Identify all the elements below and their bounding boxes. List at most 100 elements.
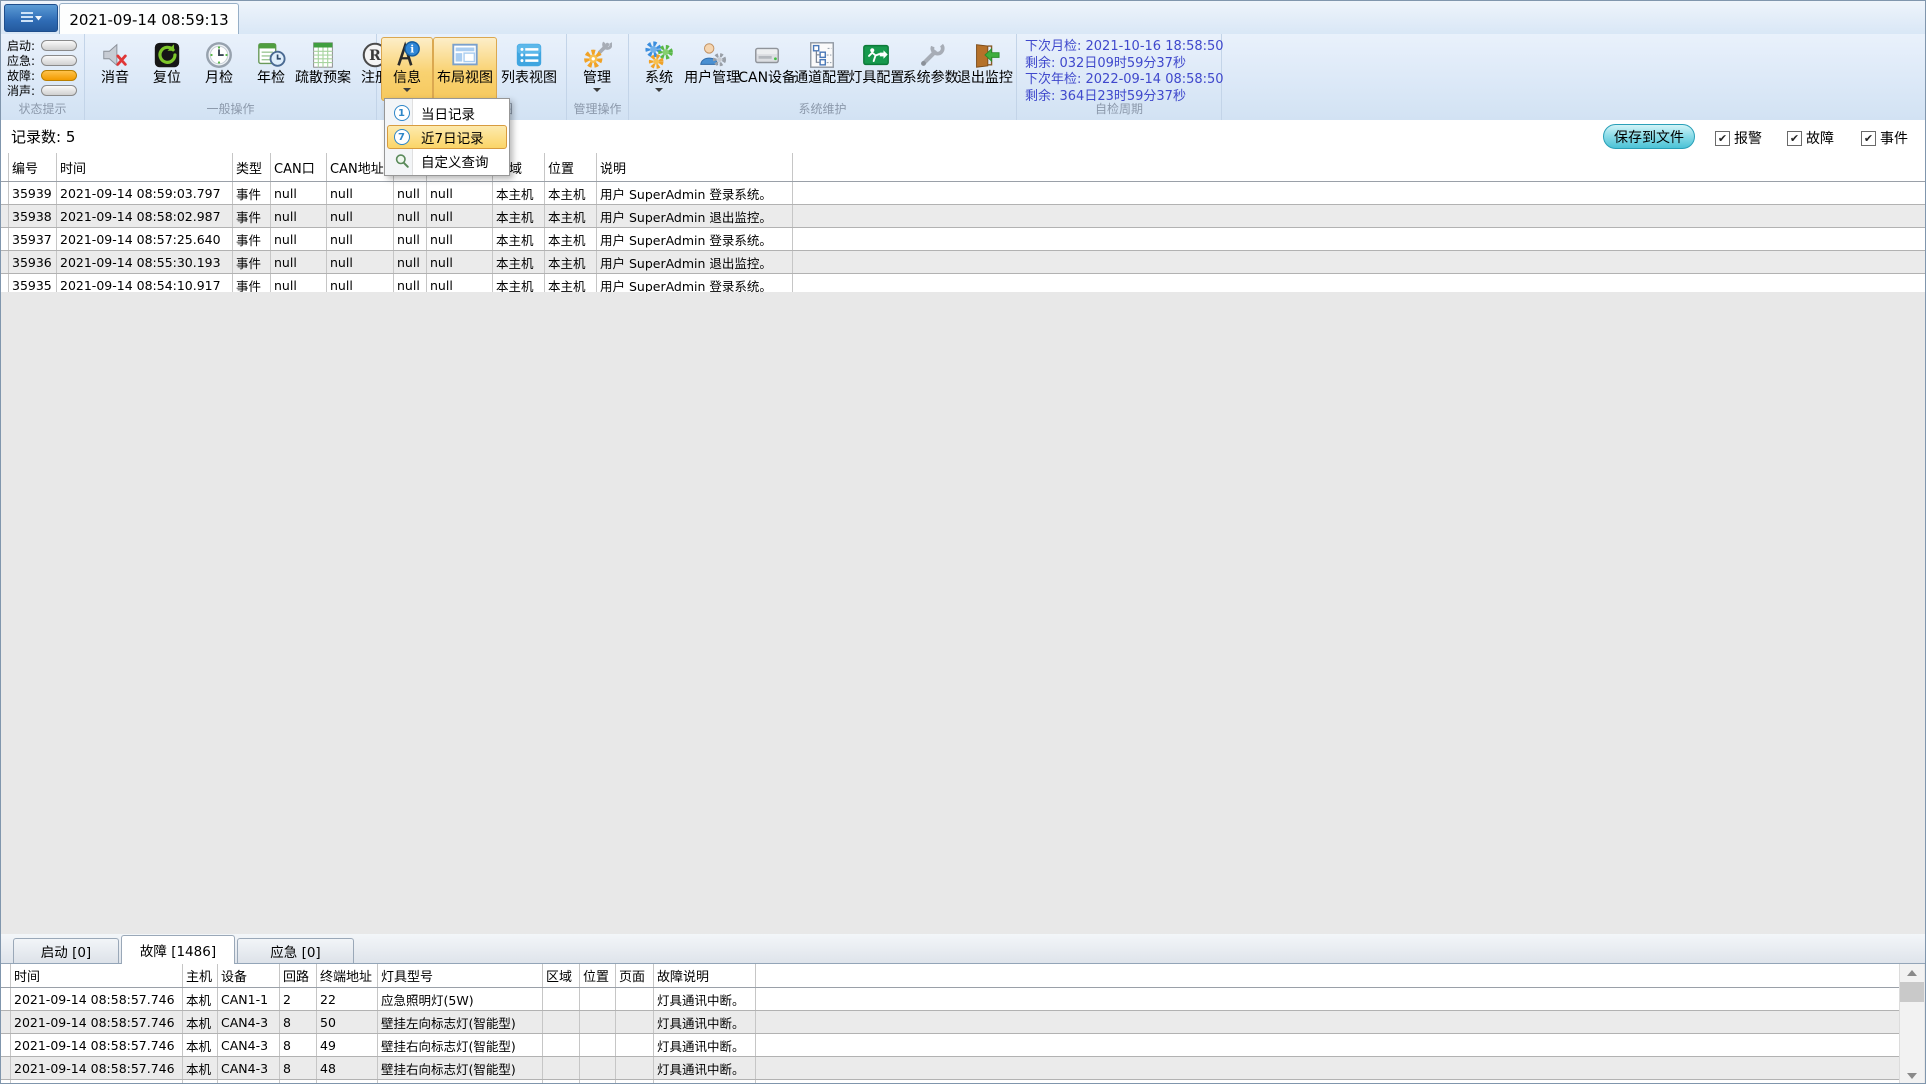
mute-indicator-pill (41, 84, 77, 96)
list-view-icon (513, 40, 545, 70)
lamp-config-icon (860, 40, 892, 70)
column-header[interactable]: 时间 (11, 964, 183, 987)
column-header[interactable]: 页面 (616, 964, 654, 987)
column-header[interactable]: 故障说明 (654, 964, 756, 987)
next-monthly-check: 下次月检: 2021-10-16 18:58:50 (1025, 39, 1224, 54)
monthly-remaining: 剩余: 032日09时59分37秒 (1025, 55, 1186, 71)
channel-config-button[interactable]: 通道配置 (794, 37, 850, 101)
column-header[interactable]: 主机 (183, 964, 218, 987)
status-row-mute: 消声: (7, 83, 77, 98)
save-to-file-button[interactable]: 保存到文件 (1603, 124, 1695, 149)
layout-view-button[interactable]: 布局视图 (433, 37, 497, 101)
group-label-status: 状态提示 (18, 102, 67, 116)
can-device-icon (751, 40, 783, 70)
annual-check-button[interactable]: 年检 (245, 37, 297, 101)
ribbon-group-manage: 管理 管理操作 (567, 34, 629, 120)
menu-item-last7days-records[interactable]: 7 近7日记录 (387, 125, 507, 149)
user-management-icon (696, 40, 728, 70)
table-row[interactable]: 2021-09-14 08:58:57.746 本机 CAN4-3 8 47 吊… (1, 1080, 1900, 1083)
fault-table: 时间 主机 设备 回路 终端地址 灯具型号 区域 位置 页面 故障说明 2021… (1, 964, 1900, 1083)
event-table-header: 编号 时间 类型 CAN口 CAN地址 区域 位置 说明 (1, 153, 1925, 182)
group-label-general: 一般操作 (206, 102, 255, 116)
alarm-filter-checkbox[interactable]: ✔ 报警 (1715, 128, 1762, 148)
column-header[interactable]: 编号 (9, 153, 57, 181)
caret-down-icon (655, 88, 663, 92)
circle-7-icon: 7 (388, 129, 415, 145)
next-annual-check: 下次年检: 2022-09-14 08:58:50 (1025, 72, 1224, 87)
evacuation-plan-button[interactable]: 疏散预案 (295, 37, 351, 101)
caret-down-icon (593, 88, 601, 92)
table-row[interactable]: 35939 2021-09-14 08:59:03.797 事件 null nu… (1, 182, 1925, 205)
ribbon-group-selfcheck: 下次月检: 2021-10-16 18:58:50 剩余: 032日09时59分… (1017, 34, 1224, 120)
circle-1-icon: 1 (388, 105, 415, 121)
manage-button[interactable]: 管理 (571, 37, 623, 101)
column-header[interactable]: 区域 (543, 964, 580, 987)
column-header[interactable]: 设备 (218, 964, 280, 987)
table-row[interactable]: 35936 2021-09-14 08:55:30.193 事件 null nu… (1, 251, 1925, 274)
scrollbar-thumb[interactable] (1900, 982, 1924, 1002)
event-filter-checkbox[interactable]: ✔ 事件 (1861, 128, 1908, 148)
table-row[interactable]: 2021-09-14 08:58:57.746 本机 CAN1-1 2 22 应… (1, 988, 1900, 1011)
column-header[interactable]: 灯具型号 (378, 964, 543, 987)
workspace-background (1, 292, 1925, 934)
calendar-clock-icon (255, 40, 287, 70)
clock-icon (203, 40, 235, 70)
user-management-button[interactable]: 用户管理 (684, 37, 740, 101)
scroll-up-button[interactable] (1900, 964, 1924, 981)
fault-indicator-pill (41, 69, 77, 81)
column-header[interactable]: 终端地址 (317, 964, 378, 987)
chevron-up-icon (1907, 969, 1917, 976)
column-header[interactable]: 回路 (280, 964, 317, 987)
ribbon-spacer (1222, 34, 1925, 120)
status-row-fault: 故障: (7, 68, 77, 83)
column-header[interactable]: CAN口 (271, 153, 327, 181)
column-header[interactable]: 说明 (597, 153, 793, 181)
lamp-config-button[interactable]: 灯具配置 (848, 37, 904, 101)
tab-fault[interactable]: 故障 [1486] (121, 935, 235, 964)
title-tab[interactable]: 2021-09-14 08:59:13 (59, 3, 239, 35)
group-label-selfcheck: 自检周期 (1094, 102, 1143, 116)
checkbox-checked-icon: ✔ (1715, 130, 1730, 146)
ribbon-group-maintain: 系统 用户管理 CAN设备 通道配置 灯具配置 系统参数 退出监控 系统维护 (629, 34, 1017, 120)
reset-button[interactable]: 复位 (141, 37, 193, 101)
column-header[interactable]: 时间 (57, 153, 233, 181)
tab-start[interactable]: 启动 [0] (13, 938, 119, 963)
list-view-button[interactable]: 列表视图 (497, 37, 561, 101)
bottom-tab-bar: 启动 [0] 故障 [1486] 应急 [0] (1, 934, 1925, 964)
system-button[interactable]: 系统 (633, 37, 685, 101)
menu-item-today-records[interactable]: 1 当日记录 (387, 101, 507, 125)
column-header[interactable]: 位置 (580, 964, 616, 987)
can-device-button[interactable]: CAN设备 (738, 37, 796, 101)
tab-emergency[interactable]: 应急 [0] (237, 938, 354, 963)
column-header[interactable]: 位置 (545, 153, 597, 181)
svg-text:i: i (410, 44, 414, 56)
status-row-start: 启动: (7, 38, 77, 53)
records-bar: 记录数: 5 保存到文件 ✔ 报警 ✔ 故障 ✔ 事件 (1, 120, 1925, 154)
speaker-mute-icon (99, 40, 131, 70)
table-row[interactable]: 2021-09-14 08:58:57.746 本机 CAN4-3 8 48 壁… (1, 1057, 1900, 1080)
table-row[interactable]: 2021-09-14 08:58:57.746 本机 CAN4-3 8 49 壁… (1, 1034, 1900, 1057)
checkbox-checked-icon: ✔ (1861, 130, 1876, 146)
wrench-icon (915, 40, 947, 70)
table-row[interactable]: 2021-09-14 08:58:57.746 本机 CAN4-3 8 50 壁… (1, 1011, 1900, 1034)
info-dropdown-menu: 1 当日记录 7 近7日记录 自定义查询 (384, 98, 510, 176)
info-button[interactable]: i 信息 (381, 37, 433, 101)
manage-gear-icon (581, 40, 613, 70)
scroll-down-button[interactable] (1900, 1067, 1924, 1083)
event-table: 编号 时间 类型 CAN口 CAN地址 区域 位置 说明 35939 2021-… (1, 153, 1925, 297)
exit-door-icon (969, 40, 1001, 70)
title-tab-label: 2021-09-14 08:59:13 (69, 10, 229, 29)
monthly-check-button[interactable]: 月检 (193, 37, 245, 101)
table-row[interactable]: 35938 2021-09-14 08:58:02.987 事件 null nu… (1, 205, 1925, 228)
record-count-label: 记录数: 5 (11, 128, 76, 146)
menu-item-custom-query[interactable]: 自定义查询 (387, 149, 507, 173)
mute-button[interactable]: 消音 (89, 37, 141, 101)
vertical-scrollbar[interactable] (1899, 964, 1924, 1083)
system-params-button[interactable]: 系统参数 (903, 37, 959, 101)
column-header[interactable]: 类型 (233, 153, 271, 181)
app-menu-button[interactable] (4, 4, 58, 32)
group-label-maintain: 系统维护 (798, 102, 847, 116)
exit-monitor-button[interactable]: 退出监控 (957, 37, 1013, 101)
table-row[interactable]: 35937 2021-09-14 08:57:25.640 事件 null nu… (1, 228, 1925, 251)
fault-filter-checkbox[interactable]: ✔ 故障 (1787, 128, 1834, 148)
